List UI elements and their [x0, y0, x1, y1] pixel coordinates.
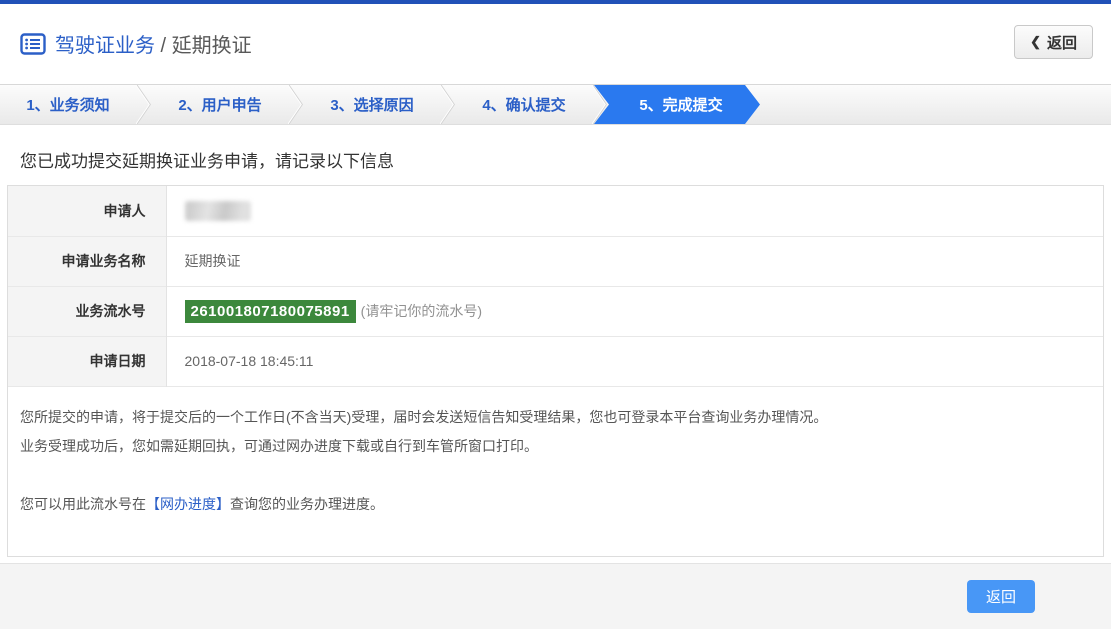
table-row-serial: 业务流水号 261001807180075891 (请牢记你的流水号) — [8, 286, 1103, 336]
row-label: 申请日期 — [8, 336, 167, 386]
table-row-business-name: 申请业务名称 延期换证 — [8, 236, 1103, 286]
breadcrumb-current: 延期换证 — [171, 35, 252, 57]
progress-note-suffix: 查询您的业务办理进度。 — [230, 495, 384, 512]
back-button-bottom[interactable]: 返回 — [967, 579, 1035, 613]
result-panel: 申请人 申请业务名称 延期换证 业务流水号 261001807180075891… — [7, 185, 1104, 557]
breadcrumb-section: 驾驶证业务 — [55, 35, 155, 57]
tab-step-4[interactable]: 4、确认提交 — [456, 85, 592, 124]
step-tabs: 1、业务须知 2、用户申告 3、选择原因 4、确认提交 5、完成提交 — [0, 84, 1111, 125]
tab-separator — [288, 85, 304, 124]
chevron-left-icon: ❮ — [1030, 34, 1041, 49]
row-value: 261001807180075891 (请牢记你的流水号) — [166, 286, 1103, 336]
breadcrumb-separator: / — [155, 35, 172, 57]
row-value — [166, 186, 1103, 236]
serial-number-badge: 261001807180075891 — [184, 299, 356, 323]
note-line-2: 业务受理成功后，您如需延期回执，可通过网办进度下载或自行到车管所窗口打印。 — [20, 438, 538, 455]
back-button-top-label: 返回 — [1046, 34, 1077, 52]
table-row-applicant: 申请人 — [8, 186, 1103, 236]
online-progress-link[interactable]: 【网办进度】 — [146, 496, 230, 512]
tab-separator — [440, 85, 456, 124]
tab-step-2[interactable]: 2、用户申告 — [152, 85, 288, 124]
breadcrumb: 驾驶证业务 / 延期换证 — [20, 29, 252, 58]
tab-step-1[interactable]: 1、业务须知 — [0, 85, 136, 124]
tab-step-3[interactable]: 3、选择原因 — [304, 85, 440, 124]
row-value: 2018-07-18 18:45:11 — [184, 353, 314, 369]
row-label: 业务流水号 — [8, 286, 167, 336]
progress-note-prefix: 您可以用此流水号在 — [20, 495, 146, 512]
row-label: 申请人 — [8, 186, 167, 236]
tab-separator — [136, 85, 152, 124]
row-value: 延期换证 — [184, 253, 241, 269]
list-icon — [20, 32, 46, 55]
result-table: 申请人 申请业务名称 延期换证 业务流水号 261001807180075891… — [8, 186, 1103, 387]
header: 驾驶证业务 / 延期换证 ❮ 返回 — [0, 4, 1111, 84]
back-button-top[interactable]: ❮ 返回 — [1014, 25, 1093, 59]
masked-applicant-name — [184, 200, 251, 221]
footer-bar: 返回 — [0, 562, 1111, 629]
notes-section: 您所提交的申请，将于提交后的一个工作日(不含当天)受理，届时会发送短信告知受理结… — [8, 387, 1103, 556]
note-line-1: 您所提交的申请，将于提交后的一个工作日(不含当天)受理，届时会发送短信告知受理结… — [20, 408, 828, 425]
row-label: 申请业务名称 — [8, 236, 167, 286]
progress-note: 您可以用此流水号在【网办进度】查询您的业务办理进度。 — [20, 494, 1091, 516]
table-row-date: 申请日期 2018-07-18 18:45:11 — [8, 336, 1103, 386]
serial-note: (请牢记你的流水号) — [360, 302, 482, 319]
tab-step-5-active[interactable]: 5、完成提交 — [594, 85, 760, 124]
success-message: 您已成功提交延期换证业务申请，请记录以下信息 — [20, 152, 394, 171]
page-title: 驾驶证业务 / 延期换证 — [55, 29, 252, 58]
